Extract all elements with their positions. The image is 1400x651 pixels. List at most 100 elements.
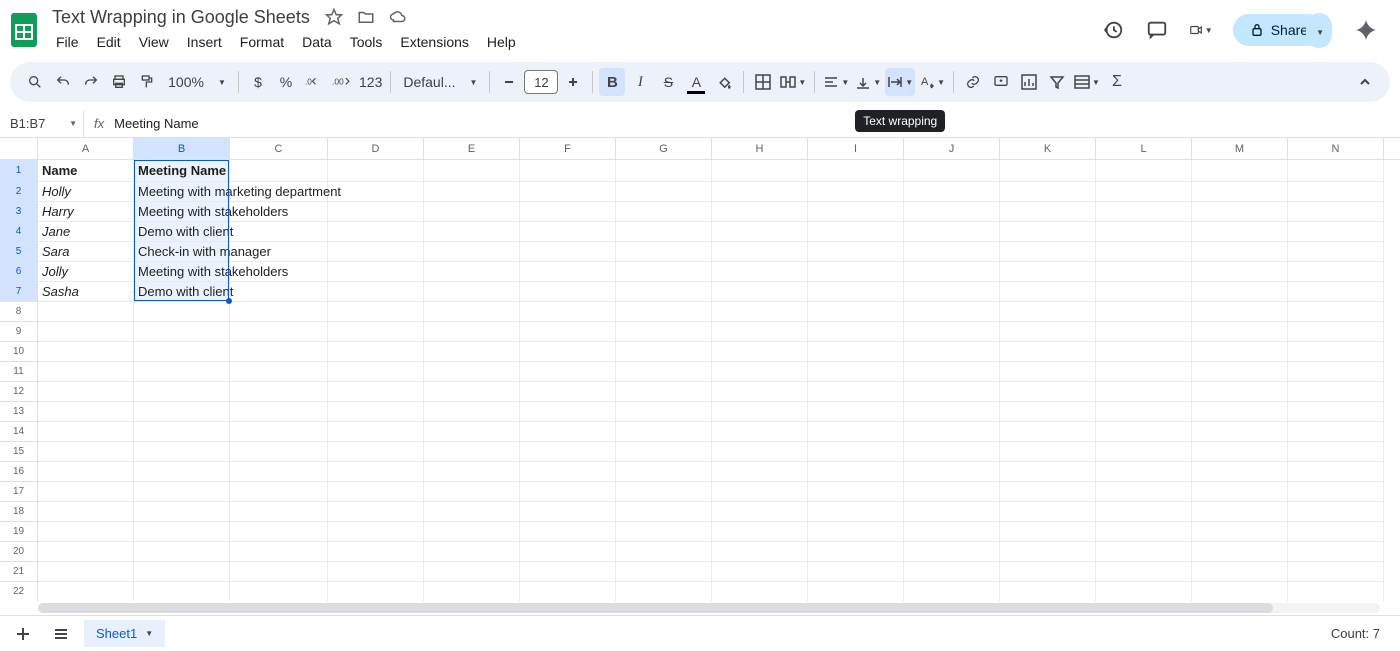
col-header-M[interactable]: M — [1192, 138, 1288, 159]
cell[interactable] — [1192, 562, 1288, 582]
increase-font-size-button[interactable] — [560, 68, 586, 96]
cell[interactable]: Sasha — [38, 282, 134, 302]
cell[interactable]: Meeting Name — [134, 160, 230, 182]
cell[interactable] — [1000, 160, 1096, 182]
cell[interactable] — [616, 582, 712, 601]
horizontal-scrollbar[interactable] — [0, 601, 1400, 615]
cell[interactable] — [230, 482, 328, 502]
row-header[interactable]: 18 — [0, 502, 38, 522]
cell[interactable] — [424, 402, 520, 422]
borders-button[interactable] — [750, 68, 776, 96]
cell[interactable] — [424, 322, 520, 342]
cell[interactable] — [230, 502, 328, 522]
cell[interactable] — [1192, 302, 1288, 322]
cell[interactable] — [1096, 302, 1192, 322]
cell[interactable] — [1000, 402, 1096, 422]
cell[interactable] — [1192, 482, 1288, 502]
cell[interactable] — [1192, 242, 1288, 262]
cell[interactable] — [328, 302, 424, 322]
row-header[interactable]: 2 — [0, 182, 38, 202]
cell[interactable] — [808, 422, 904, 442]
redo-icon[interactable] — [78, 68, 104, 96]
text-color-button[interactable]: A — [683, 68, 709, 96]
cell[interactable] — [520, 160, 616, 182]
cell[interactable] — [230, 562, 328, 582]
filter-button[interactable] — [1044, 68, 1070, 96]
cell[interactable] — [1000, 202, 1096, 222]
row-header[interactable]: 22 — [0, 582, 38, 601]
cell[interactable] — [328, 502, 424, 522]
cell[interactable] — [1000, 182, 1096, 202]
cell[interactable] — [1096, 482, 1192, 502]
cell[interactable] — [328, 402, 424, 422]
collapse-toolbar-icon[interactable] — [1352, 68, 1378, 96]
cell[interactable] — [712, 582, 808, 601]
row-header[interactable]: 12 — [0, 382, 38, 402]
cell[interactable] — [520, 582, 616, 601]
star-icon[interactable] — [324, 7, 344, 27]
cell[interactable] — [328, 262, 424, 282]
cell[interactable] — [904, 242, 1000, 262]
cell[interactable] — [230, 282, 328, 302]
cell[interactable] — [904, 182, 1000, 202]
cell[interactable] — [904, 422, 1000, 442]
cell[interactable] — [616, 522, 712, 542]
cell[interactable] — [1000, 502, 1096, 522]
history-icon[interactable] — [1101, 18, 1125, 42]
cell[interactable] — [1192, 502, 1288, 522]
cell[interactable] — [904, 322, 1000, 342]
row-header[interactable]: 15 — [0, 442, 38, 462]
cell[interactable] — [520, 222, 616, 242]
col-header-J[interactable]: J — [904, 138, 1000, 159]
cell[interactable] — [1096, 182, 1192, 202]
col-header-E[interactable]: E — [424, 138, 520, 159]
cell[interactable] — [616, 402, 712, 422]
col-header-N[interactable]: N — [1288, 138, 1384, 159]
insert-chart-button[interactable] — [1016, 68, 1042, 96]
cell[interactable] — [712, 502, 808, 522]
row-header[interactable]: 5 — [0, 242, 38, 262]
cell[interactable] — [904, 342, 1000, 362]
cell[interactable] — [424, 562, 520, 582]
cell[interactable] — [38, 482, 134, 502]
cell[interactable] — [808, 222, 904, 242]
cell[interactable] — [134, 462, 230, 482]
row-header[interactable]: 13 — [0, 402, 38, 422]
cell[interactable] — [424, 482, 520, 502]
menu-data[interactable]: Data — [294, 32, 340, 52]
cell[interactable] — [134, 442, 230, 462]
cell[interactable] — [1192, 322, 1288, 342]
menu-edit[interactable]: Edit — [89, 32, 129, 52]
cell[interactable] — [134, 542, 230, 562]
cell[interactable] — [712, 222, 808, 242]
cell[interactable] — [134, 322, 230, 342]
cell[interactable] — [38, 582, 134, 601]
comments-icon[interactable] — [1145, 18, 1169, 42]
cell[interactable] — [328, 522, 424, 542]
cell[interactable] — [616, 322, 712, 342]
cell[interactable] — [1288, 482, 1384, 502]
menu-extensions[interactable]: Extensions — [392, 32, 476, 52]
cell[interactable] — [1000, 342, 1096, 362]
cell[interactable] — [1096, 362, 1192, 382]
cell[interactable] — [424, 582, 520, 601]
cell[interactable] — [230, 382, 328, 402]
col-header-L[interactable]: L — [1096, 138, 1192, 159]
col-header-I[interactable]: I — [808, 138, 904, 159]
cell[interactable] — [1096, 160, 1192, 182]
cell[interactable] — [712, 282, 808, 302]
col-header-H[interactable]: H — [712, 138, 808, 159]
cell[interactable] — [712, 262, 808, 282]
cell[interactable] — [230, 222, 328, 242]
cell[interactable] — [328, 562, 424, 582]
cell[interactable] — [904, 382, 1000, 402]
cell[interactable] — [424, 542, 520, 562]
add-sheet-button[interactable] — [8, 619, 38, 649]
cell[interactable]: Meeting with stakeholders — [134, 262, 230, 282]
cell[interactable] — [808, 182, 904, 202]
cell[interactable] — [328, 322, 424, 342]
fill-color-button[interactable] — [711, 68, 737, 96]
cell[interactable] — [424, 462, 520, 482]
share-more-button[interactable]: ▼ — [1306, 13, 1332, 48]
cell[interactable] — [1288, 242, 1384, 262]
